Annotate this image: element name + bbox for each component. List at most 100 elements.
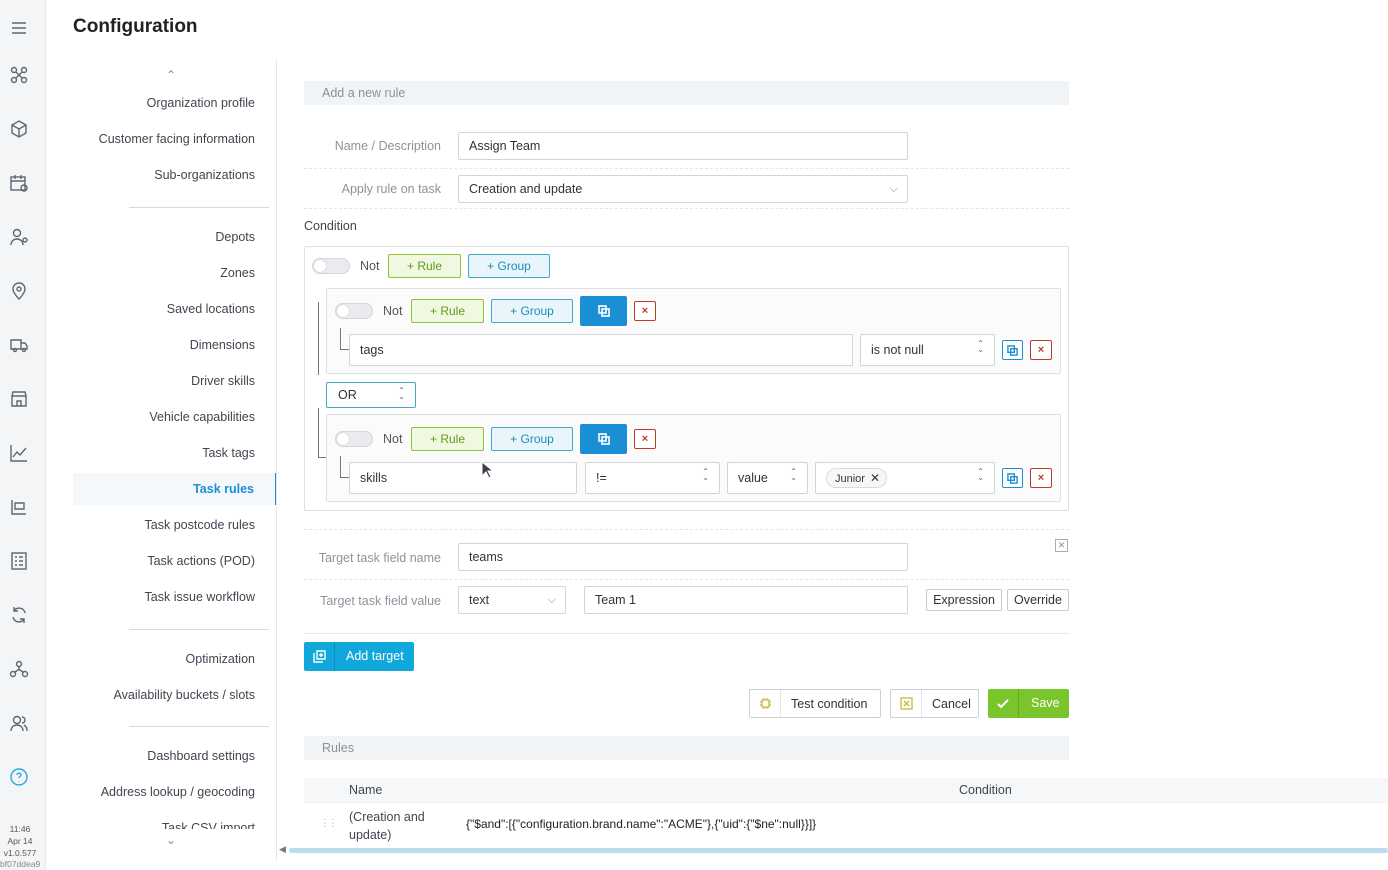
clone-icon	[597, 305, 610, 317]
add-target-label: Add target	[346, 649, 404, 663]
packages-icon[interactable]	[9, 119, 29, 139]
group1-operator-select[interactable]: is not null ⌃ ⌄	[860, 334, 995, 366]
nav-dimensions[interactable]: Dimensions	[190, 338, 255, 352]
menu-icon[interactable]	[9, 18, 29, 38]
rule2-delete-button[interactable]: ×	[1030, 468, 1052, 488]
nav-task-actions-pod[interactable]: Task actions (POD)	[147, 554, 255, 568]
remove-target-icon[interactable]: ✕	[1055, 539, 1068, 552]
name-input[interactable]: Assign Team	[458, 132, 908, 160]
delivery-truck-icon[interactable]	[9, 335, 29, 355]
target-value-input[interactable]: Team 1	[584, 586, 908, 614]
group1-add-rule-button[interactable]: + Rule	[411, 299, 484, 323]
chip-label: Junior	[835, 473, 865, 485]
calendar-icon[interactable]	[9, 173, 29, 193]
test-condition-button[interactable]: Test condition	[749, 689, 881, 718]
row-divider	[304, 633, 1069, 634]
rule2-clone-button[interactable]	[1002, 468, 1023, 488]
help-icon[interactable]	[9, 767, 29, 787]
nav-dashboard-settings[interactable]: Dashboard settings	[147, 749, 255, 763]
target-value-type-select[interactable]: text ⌵	[458, 586, 566, 614]
refresh-sync-icon[interactable]	[9, 605, 29, 625]
location-pin-icon[interactable]	[9, 281, 29, 301]
analytics-chart-icon[interactable]	[9, 443, 29, 463]
group2-value-type-select[interactable]: value ⌃ ⌄	[727, 462, 808, 494]
nav-sub-organizations[interactable]: Sub-organizations	[154, 168, 255, 182]
group2-field-input[interactable]: skills	[349, 462, 577, 494]
nav-depots[interactable]: Depots	[215, 230, 255, 244]
column-name[interactable]: Name	[349, 783, 382, 797]
group1-add-group-button[interactable]: + Group	[491, 299, 573, 323]
nav-task-issue-workflow[interactable]: Task issue workflow	[145, 590, 255, 604]
apply-rule-select[interactable]: Creation and update ⌵	[458, 175, 908, 203]
nav-vehicle-capabilities[interactable]: Vehicle capabilities	[149, 410, 255, 424]
group2-operator-select[interactable]: != ⌃ ⌄	[585, 462, 720, 494]
users-icon[interactable]	[9, 713, 29, 733]
nav-zones[interactable]: Zones	[220, 266, 255, 280]
rule1-delete-button[interactable]: ×	[1030, 340, 1052, 360]
nav-task-postcode-rules[interactable]: Task postcode rules	[145, 518, 255, 532]
apply-rule-label: Apply rule on task	[341, 182, 441, 196]
group1-clone-button[interactable]	[580, 296, 627, 326]
condition-label: Condition	[304, 219, 357, 233]
app-build: bf07ddea9	[0, 859, 41, 869]
nav-customer-facing-information[interactable]: Customer facing information	[99, 132, 255, 146]
row-divider	[304, 208, 1069, 209]
group2-value-multiselect[interactable]: Junior ✕ ⌃ ⌄	[815, 462, 995, 494]
horizontal-scrollbar[interactable]: ◀	[277, 844, 1388, 855]
rules-header: Rules	[304, 736, 1069, 760]
scroll-left-icon[interactable]: ◀	[279, 844, 286, 855]
table-row[interactable]: ⋮⋮ (Creation and update) {"$and":[{"conf…	[304, 802, 1388, 848]
add-rule-header: Add a new rule	[304, 81, 1069, 105]
nav-optimization[interactable]: Optimization	[186, 652, 255, 666]
clone-icon	[1007, 472, 1018, 484]
routes-icon[interactable]	[9, 497, 29, 517]
save-button[interactable]: Save	[988, 689, 1069, 718]
integrations-icon[interactable]	[9, 65, 29, 85]
group2-add-rule-button[interactable]: + Rule	[411, 427, 484, 451]
nav-organization-profile[interactable]: Organization profile	[147, 96, 255, 110]
rule1-clone-button[interactable]	[1002, 340, 1023, 360]
chip-processor-icon	[750, 690, 781, 717]
group2-clone-button[interactable]	[580, 424, 627, 454]
network-icon[interactable]	[9, 659, 29, 679]
nav-availability-buckets[interactable]: Availability buckets / slots	[114, 688, 256, 702]
column-condition[interactable]: Condition	[959, 783, 1012, 797]
chip-remove-icon[interactable]: ✕	[870, 471, 880, 485]
nav-saved-locations[interactable]: Saved locations	[167, 302, 255, 316]
checklist-icon[interactable]	[9, 551, 29, 571]
expression-button[interactable]: Expression	[926, 589, 1002, 611]
cancel-button[interactable]: Cancel	[890, 689, 979, 718]
add-target-button[interactable]: Add target	[304, 642, 414, 671]
nav-task-tags[interactable]: Task tags	[202, 446, 255, 460]
nav-driver-skills[interactable]: Driver skills	[191, 374, 255, 388]
group1-field-input[interactable]: tags	[349, 334, 853, 366]
group2-add-group-button[interactable]: + Group	[491, 427, 573, 451]
root-not-toggle[interactable]	[312, 258, 350, 274]
cancel-label: Cancel	[932, 697, 971, 711]
target-name-input[interactable]: teams	[458, 543, 908, 571]
nav-separator	[129, 726, 269, 727]
target-name-label: Target task field name	[318, 551, 441, 565]
group1-delete-button[interactable]: ×	[634, 301, 656, 321]
root-add-group-button[interactable]: + Group	[468, 254, 550, 278]
nav-scroll-up-icon[interactable]: ⌃	[166, 68, 176, 82]
group2-not-toggle[interactable]	[335, 431, 373, 447]
group2-operator-value: !=	[596, 471, 607, 485]
store-icon[interactable]	[9, 389, 29, 409]
nav-task-rules[interactable]: Task rules	[73, 473, 277, 505]
row-divider	[304, 529, 1069, 530]
driver-location-icon[interactable]	[9, 227, 29, 247]
override-button[interactable]: Override	[1007, 589, 1069, 611]
nav-task-csv-import[interactable]: Task CSV import	[162, 821, 255, 829]
cancel-icon	[891, 690, 922, 717]
nav-scroll-down-icon[interactable]: ⌄	[166, 833, 176, 847]
updown-icon: ⌃ ⌄	[977, 339, 984, 354]
scrollbar-thumb[interactable]	[289, 848, 1388, 853]
root-add-rule-button[interactable]: + Rule	[388, 254, 461, 278]
drag-handle-icon[interactable]: ⋮⋮	[320, 818, 338, 829]
row-divider	[304, 168, 1069, 169]
group2-delete-button[interactable]: ×	[634, 429, 656, 449]
nav-address-lookup[interactable]: Address lookup / geocoding	[101, 785, 255, 799]
group1-not-toggle[interactable]	[335, 303, 373, 319]
combinator-select[interactable]: OR ⌃ ⌄	[326, 382, 416, 408]
